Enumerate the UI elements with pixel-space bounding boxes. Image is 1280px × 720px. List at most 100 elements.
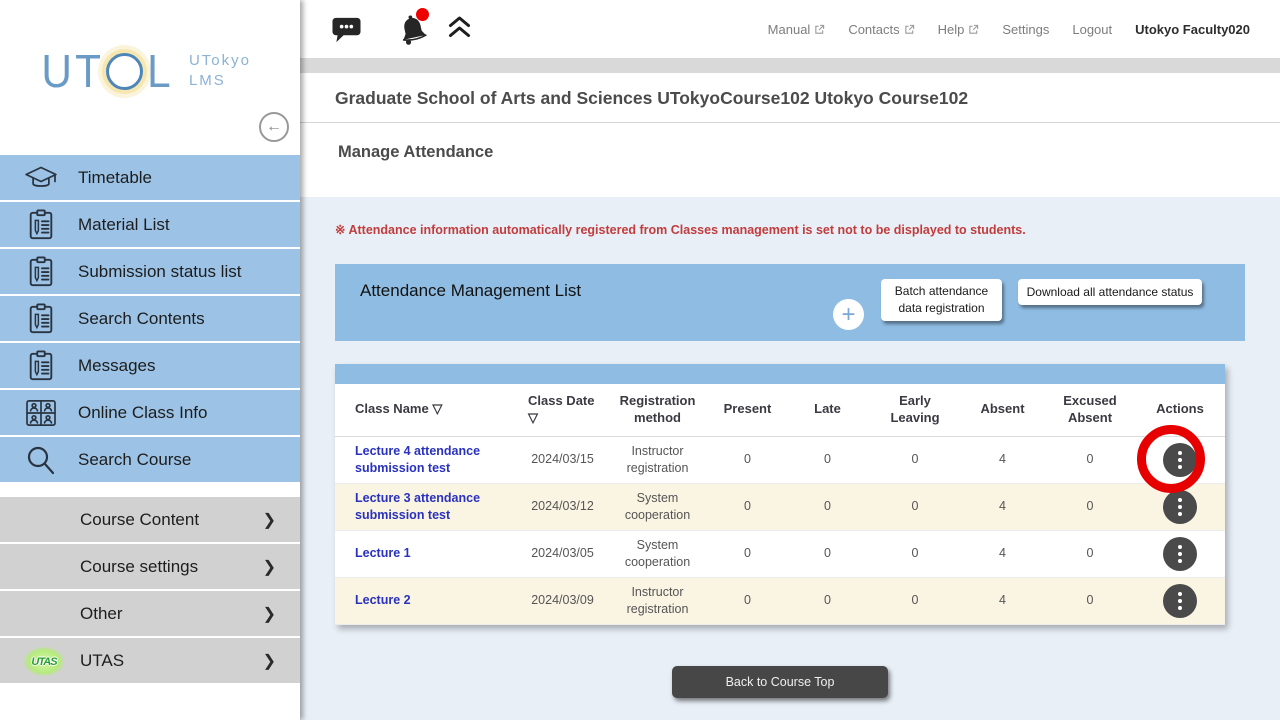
early-leaving-count-cell: 0 bbox=[870, 436, 960, 483]
logout-link[interactable]: Logout bbox=[1072, 22, 1112, 37]
plus-icon: + bbox=[841, 301, 855, 328]
table-row: Lecture 4 attendance submission test 202… bbox=[335, 436, 1225, 483]
sidebar-item-label: Course settings bbox=[80, 557, 198, 577]
late-count-cell: 0 bbox=[785, 483, 870, 530]
sidebar-item-course-settings[interactable]: Course settings ❯ bbox=[0, 544, 300, 591]
clipboard-icon bbox=[18, 209, 64, 241]
content-section: ※ Attendance information automatically r… bbox=[300, 222, 1280, 698]
column-header-class-date-sort[interactable]: Class Date ▽ bbox=[520, 384, 605, 436]
sidebar-item-search-course[interactable]: Search Course bbox=[0, 437, 300, 484]
excused-absent-count-cell: 0 bbox=[1045, 436, 1135, 483]
batch-attendance-registration-button[interactable]: Batch attendance data registration bbox=[881, 279, 1002, 321]
manual-link[interactable]: Manual bbox=[768, 22, 826, 37]
registration-method-cell: System cooperation bbox=[605, 530, 710, 577]
logo-subtitle-line1: UTokyo bbox=[189, 51, 251, 71]
sidebar-item-utas[interactable]: UTAS UTAS ❯ bbox=[0, 638, 300, 685]
present-count-cell: 0 bbox=[710, 436, 785, 483]
sidebar-item-online-class-info[interactable]: Online Class Info bbox=[0, 390, 300, 437]
column-header-absent: Absent bbox=[960, 384, 1045, 436]
sidebar-item-messages[interactable]: Messages bbox=[0, 343, 300, 390]
absent-count-cell: 4 bbox=[960, 436, 1045, 483]
sidebar-item-label: Other bbox=[80, 604, 123, 624]
logo-subtitle: UTokyo LMS bbox=[189, 51, 251, 92]
sidebar-item-other[interactable]: Other ❯ bbox=[0, 591, 300, 638]
lecture-link[interactable]: Lecture 2 bbox=[355, 593, 411, 607]
excused-absent-count-cell: 0 bbox=[1045, 577, 1135, 624]
row-actions-menu-button[interactable] bbox=[1163, 584, 1197, 618]
sidebar-item-material-list[interactable]: Material List bbox=[0, 202, 300, 249]
sidebar-item-course-content[interactable]: Course Content ❯ bbox=[0, 497, 300, 544]
row-actions-menu-button[interactable] bbox=[1163, 490, 1197, 524]
topbar: Manual Contacts Help Settings Logout U bbox=[300, 0, 1280, 58]
table-row: Lecture 1 2024/03/05 System cooperation … bbox=[335, 530, 1225, 577]
attendance-management-panel: Attendance Management List + Batch atten… bbox=[335, 264, 1245, 341]
column-header-present: Present bbox=[710, 384, 785, 436]
row-actions-menu-button[interactable] bbox=[1163, 443, 1197, 477]
column-header-early-leaving: Early Leaving bbox=[870, 384, 960, 436]
attendance-table: Class Name ▽ Class Date ▽ Registration m… bbox=[335, 384, 1225, 625]
class-date-cell: 2024/03/05 bbox=[520, 530, 605, 577]
logo-subtitle-line2: LMS bbox=[189, 71, 251, 91]
column-header-excused-absent: Excused Absent bbox=[1045, 384, 1135, 436]
main-area: Manual Contacts Help Settings Logout U bbox=[300, 0, 1280, 720]
chat-button[interactable] bbox=[330, 15, 363, 44]
sidebar-item-label: Timetable bbox=[78, 168, 152, 188]
sidebar-item-submission-status-list[interactable]: Submission status list bbox=[0, 249, 300, 296]
back-to-course-top-button[interactable]: Back to Course Top bbox=[672, 666, 889, 698]
clipboard-icon bbox=[18, 256, 64, 288]
contacts-link-label: Contacts bbox=[848, 22, 899, 37]
column-header-actions: Actions bbox=[1135, 384, 1225, 436]
table-row: Lecture 2 2024/03/09 Instructor registra… bbox=[335, 577, 1225, 624]
settings-link[interactable]: Settings bbox=[1002, 22, 1049, 37]
sidebar-item-label: Search Contents bbox=[78, 309, 205, 329]
late-count-cell: 0 bbox=[785, 530, 870, 577]
lecture-link[interactable]: Lecture 3 attendance submission test bbox=[355, 491, 480, 522]
lecture-link[interactable]: Lecture 4 attendance submission test bbox=[355, 444, 480, 475]
footer-button-row: Back to Course Top bbox=[335, 666, 1225, 698]
help-link[interactable]: Help bbox=[938, 22, 980, 37]
chevron-right-icon: ❯ bbox=[263, 557, 276, 577]
sidebar-item-timetable[interactable]: Timetable bbox=[0, 155, 300, 202]
manual-link-label: Manual bbox=[768, 22, 811, 37]
sidebar-secondary-nav: Course Content ❯ Course settings ❯ Other… bbox=[0, 497, 300, 685]
table-header-strip bbox=[335, 364, 1225, 384]
early-leaving-count-cell: 0 bbox=[870, 530, 960, 577]
logo-o-ring-icon bbox=[106, 53, 143, 90]
registration-method-cell: System cooperation bbox=[605, 483, 710, 530]
left-arrow-icon: ← bbox=[266, 118, 282, 135]
scroll-to-top-button[interactable] bbox=[447, 16, 472, 38]
column-header-registration-method: Registration method bbox=[605, 384, 710, 436]
download-all-attendance-button[interactable]: Download all attendance status bbox=[1018, 279, 1202, 305]
add-attendance-button[interactable]: + bbox=[833, 299, 864, 330]
logged-in-user-name: Utokyo Faculty020 bbox=[1135, 22, 1250, 37]
help-link-label: Help bbox=[938, 22, 965, 37]
ellipsis-icon bbox=[1178, 592, 1182, 596]
class-date-cell: 2024/03/12 bbox=[520, 483, 605, 530]
sidebar-item-label: Material List bbox=[78, 215, 170, 235]
column-header-class-name-sort[interactable]: Class Name ▽ bbox=[335, 384, 520, 436]
attendance-table-container: Class Name ▽ Class Date ▽ Registration m… bbox=[335, 364, 1225, 625]
sidebar-main-nav: Timetable Material List bbox=[0, 155, 300, 484]
sidebar-item-label: UTAS bbox=[80, 651, 124, 671]
table-header-row: Class Name ▽ Class Date ▽ Registration m… bbox=[335, 384, 1225, 436]
logo-letter-u: U bbox=[41, 44, 72, 98]
absent-count-cell: 4 bbox=[960, 577, 1045, 624]
clipboard-icon bbox=[18, 303, 64, 335]
topbar-shadow-band bbox=[300, 58, 1280, 73]
lecture-link[interactable]: Lecture 1 bbox=[355, 546, 411, 560]
sidebar-collapse-button[interactable]: ← bbox=[259, 112, 289, 142]
sidebar-item-search-contents[interactable]: Search Contents bbox=[0, 296, 300, 343]
row-actions-menu-button[interactable] bbox=[1163, 537, 1197, 571]
sidebar: U T L UTokyo LMS ← bbox=[0, 0, 300, 720]
utol-logo[interactable]: U T L UTokyo LMS bbox=[40, 44, 251, 98]
chevron-right-icon: ❯ bbox=[263, 651, 276, 671]
column-header-late: Late bbox=[785, 384, 870, 436]
registration-method-cell: Instructor registration bbox=[605, 436, 710, 483]
ellipsis-icon bbox=[1178, 545, 1182, 549]
contacts-link[interactable]: Contacts bbox=[848, 22, 914, 37]
topbar-links: Manual Contacts Help Settings Logout U bbox=[768, 22, 1250, 37]
sidebar-item-label: Messages bbox=[78, 356, 155, 376]
settings-link-label: Settings bbox=[1002, 22, 1049, 37]
panel-title: Attendance Management List bbox=[360, 281, 581, 301]
external-link-icon bbox=[968, 24, 979, 35]
